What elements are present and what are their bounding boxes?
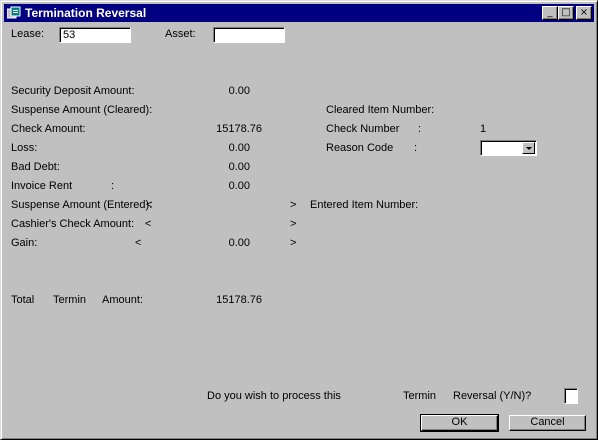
- process-confirm-input[interactable]: [564, 388, 578, 404]
- cashiers-check-label: Cashier's Check Amount:: [11, 218, 135, 230]
- check-number-colon: :: [418, 123, 422, 135]
- total-amount-label: Amount:: [102, 294, 143, 306]
- window-title: Termination Reversal: [25, 6, 147, 20]
- check-number-value: 1: [480, 123, 487, 135]
- cancel-button[interactable]: Cancel: [509, 415, 586, 431]
- title-bar[interactable]: Termination Reversal _ □ ×: [4, 4, 594, 22]
- minimize-button[interactable]: _: [542, 6, 558, 20]
- asset-label: Asset:: [165, 28, 196, 40]
- bad-debt-value: 0.00: [228, 161, 250, 173]
- total-amount-value: 15178.76: [216, 294, 262, 306]
- invoice-rent-value: 0.00: [228, 180, 250, 192]
- security-deposit-label: Security Deposit Amount:: [11, 85, 135, 97]
- maximize-button[interactable]: □: [558, 6, 574, 20]
- bad-debt-label: Bad Debt:: [11, 161, 60, 173]
- process-prompt-text: Do you wish to process this: [207, 390, 341, 402]
- gain-value: 0.00: [228, 237, 250, 249]
- check-amount-label: Check Amount:: [11, 123, 86, 135]
- chevron-down-icon[interactable]: [522, 142, 535, 154]
- invoice-rent-label: Invoice Rent: [11, 180, 73, 192]
- loss-label: Loss:: [11, 142, 38, 154]
- close-icon: ×: [579, 7, 589, 18]
- lease-input[interactable]: [59, 27, 131, 43]
- reason-code-label: Reason Code: [326, 142, 394, 154]
- suspense-entered-open-bracket: <: [146, 199, 153, 211]
- ok-button-label: OK: [451, 416, 468, 428]
- entered-item-number-label: Entered Item Number:: [310, 199, 419, 211]
- close-button[interactable]: ×: [576, 6, 592, 20]
- lease-label: Lease:: [11, 28, 45, 40]
- minimize-icon: _: [547, 7, 553, 18]
- gain-label: Gain:: [11, 237, 38, 249]
- cancel-button-label: Cancel: [530, 416, 565, 428]
- check-amount-value: 15178.76: [216, 123, 262, 135]
- process-prompt-termin: Termin: [403, 390, 437, 402]
- gain-open-bracket: <: [135, 237, 142, 249]
- total-label: Total: [11, 294, 35, 306]
- invoice-rent-colon: :: [111, 180, 115, 192]
- maximize-icon: □: [561, 7, 571, 18]
- asset-input[interactable]: [213, 27, 285, 43]
- process-prompt-reversal: Reversal (Y/N)?: [453, 390, 532, 402]
- reason-code-colon: :: [414, 142, 418, 154]
- app-icon: [6, 6, 21, 20]
- ok-button[interactable]: OK: [420, 414, 499, 432]
- loss-value: 0.00: [228, 142, 250, 154]
- termination-reversal-window: Termination Reversal _ □ × Lease: Asset:…: [0, 0, 598, 440]
- reason-code-dropdown[interactable]: [480, 140, 537, 156]
- cleared-item-number-label: Cleared Item Number:: [326, 104, 435, 116]
- total-termin-label: Termin: [53, 294, 87, 306]
- gain-close-bracket: >: [290, 237, 297, 249]
- security-deposit-value: 0.00: [228, 85, 250, 97]
- suspense-cleared-label: Suspense Amount (Cleared):: [11, 104, 153, 116]
- cashiers-check-close-bracket: >: [290, 218, 297, 230]
- cashiers-check-open-bracket: <: [145, 218, 152, 230]
- suspense-entered-close-bracket: >: [290, 199, 297, 211]
- suspense-entered-label: Suspense Amount (Entered):: [11, 199, 153, 211]
- check-number-label: Check Number: [326, 123, 400, 135]
